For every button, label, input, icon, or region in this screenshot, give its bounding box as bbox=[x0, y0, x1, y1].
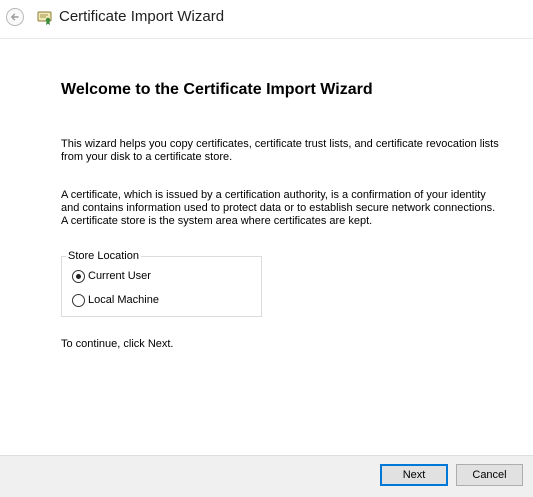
radio-button-local-machine[interactable] bbox=[72, 294, 85, 307]
radio-label-current-user[interactable]: Current User bbox=[88, 270, 151, 283]
continue-instruction: To continue, click Next. bbox=[61, 338, 174, 350]
radio-button-current-user[interactable] bbox=[72, 270, 85, 283]
store-location-group bbox=[61, 256, 262, 317]
store-location-legend: Store Location bbox=[66, 249, 141, 263]
next-button[interactable]: Next bbox=[380, 464, 448, 486]
back-button[interactable] bbox=[6, 8, 24, 26]
radio-selected-dot bbox=[76, 274, 81, 279]
intro-paragraph: This wizard helps you copy certificates,… bbox=[61, 138, 499, 163]
back-arrow-icon bbox=[11, 13, 19, 21]
footer-bar bbox=[0, 455, 533, 497]
radio-label-local-machine[interactable]: Local Machine bbox=[88, 294, 159, 307]
certificate-icon bbox=[37, 11, 52, 25]
page-heading: Welcome to the Certificate Import Wizard bbox=[61, 81, 373, 98]
certificate-description: A certificate, which is issued by a cert… bbox=[61, 189, 496, 227]
cancel-button[interactable]: Cancel bbox=[456, 464, 523, 486]
title-bar: Certificate Import Wizard bbox=[0, 0, 533, 39]
window-title: Certificate Import Wizard bbox=[59, 8, 225, 25]
